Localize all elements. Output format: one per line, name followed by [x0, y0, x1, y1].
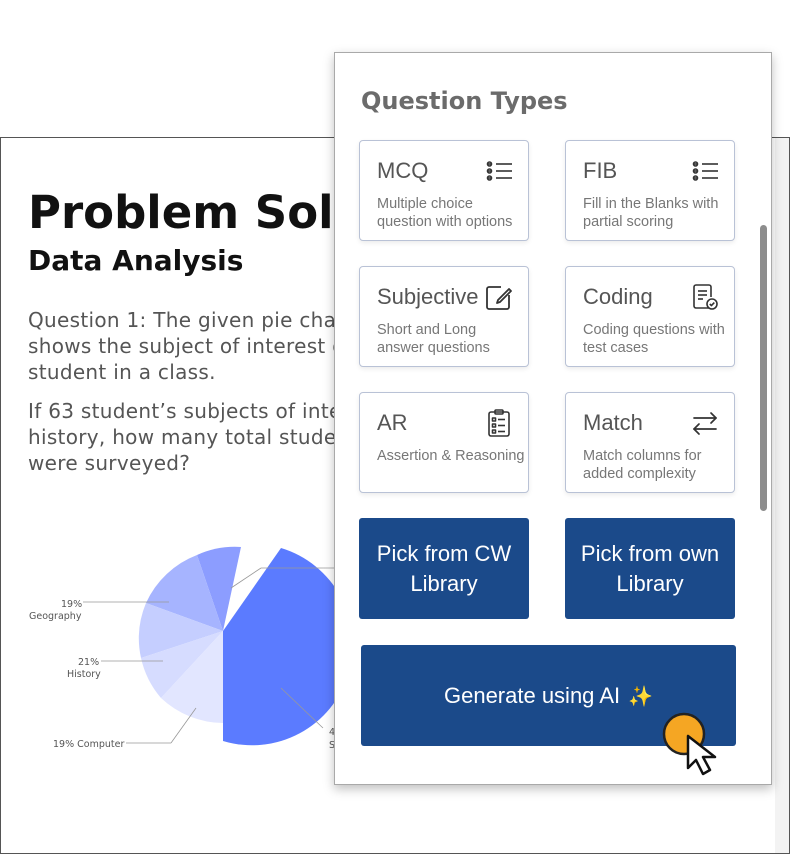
card-description: Match columns for added complexity: [583, 448, 702, 482]
card-coding[interactable]: Coding Coding questions with test cases: [565, 266, 735, 367]
card-description: Multiple choice question with options: [377, 196, 513, 230]
card-title: Match: [583, 410, 643, 435]
card-description: Coding questions with test cases: [583, 322, 725, 356]
edit-icon: [486, 286, 512, 310]
question-types-panel: Question Types MCQ Multiple choice quest…: [334, 52, 772, 785]
card-match[interactable]: Match Match columns for added complexity: [565, 392, 735, 493]
pointer-cursor-icon: [662, 712, 717, 776]
card-title: FIB: [583, 158, 618, 183]
button-label: Generate using AI: [443, 682, 621, 708]
sparkle-icon: ✨: [628, 683, 654, 708]
swap-arrows-icon: [693, 412, 717, 435]
card-subjective[interactable]: Subjective Short and Long answer questio…: [359, 266, 529, 367]
clipboard-icon: [488, 409, 510, 437]
document-check-icon: [693, 284, 718, 310]
button-label: Pick from own Library: [580, 540, 720, 596]
card-title: MCQ: [377, 158, 429, 183]
page-subtitle: Data Analysis: [28, 244, 244, 277]
card-description: Short and Long answer questions: [377, 322, 490, 356]
document-scrollbar[interactable]: [775, 138, 789, 853]
card-ar[interactable]: AR Assertion & Reasoning: [359, 392, 529, 493]
card-fib[interactable]: FIB Fill in the Blanks with partial scor…: [565, 140, 735, 241]
list-icon: [486, 161, 512, 181]
pie-label-computer: 19% Computer: [53, 739, 124, 750]
card-description: Fill in the Blanks with partial scoring: [583, 196, 719, 230]
pick-own-library-button[interactable]: Pick from own Library: [565, 518, 735, 619]
card-description: Assertion & Reasoning: [377, 448, 525, 464]
card-mcq[interactable]: MCQ Multiple choice question with option…: [359, 140, 529, 241]
card-title: Subjective: [377, 284, 479, 309]
button-label: Pick from CW Library: [376, 540, 512, 596]
card-title: AR: [377, 410, 408, 435]
pick-cw-library-button[interactable]: Pick from CW Library: [359, 518, 529, 619]
list-icon: [692, 161, 718, 181]
pie-label-geography-pct: 19%: [61, 599, 82, 610]
pie-label-geography: Geography: [29, 611, 82, 622]
pie-label-history-pct: 21%: [78, 657, 99, 668]
pie-label-history: History: [67, 669, 101, 680]
card-title: Coding: [583, 284, 653, 309]
panel-scrollbar[interactable]: [760, 225, 767, 511]
panel-title: Question Types: [361, 87, 568, 115]
